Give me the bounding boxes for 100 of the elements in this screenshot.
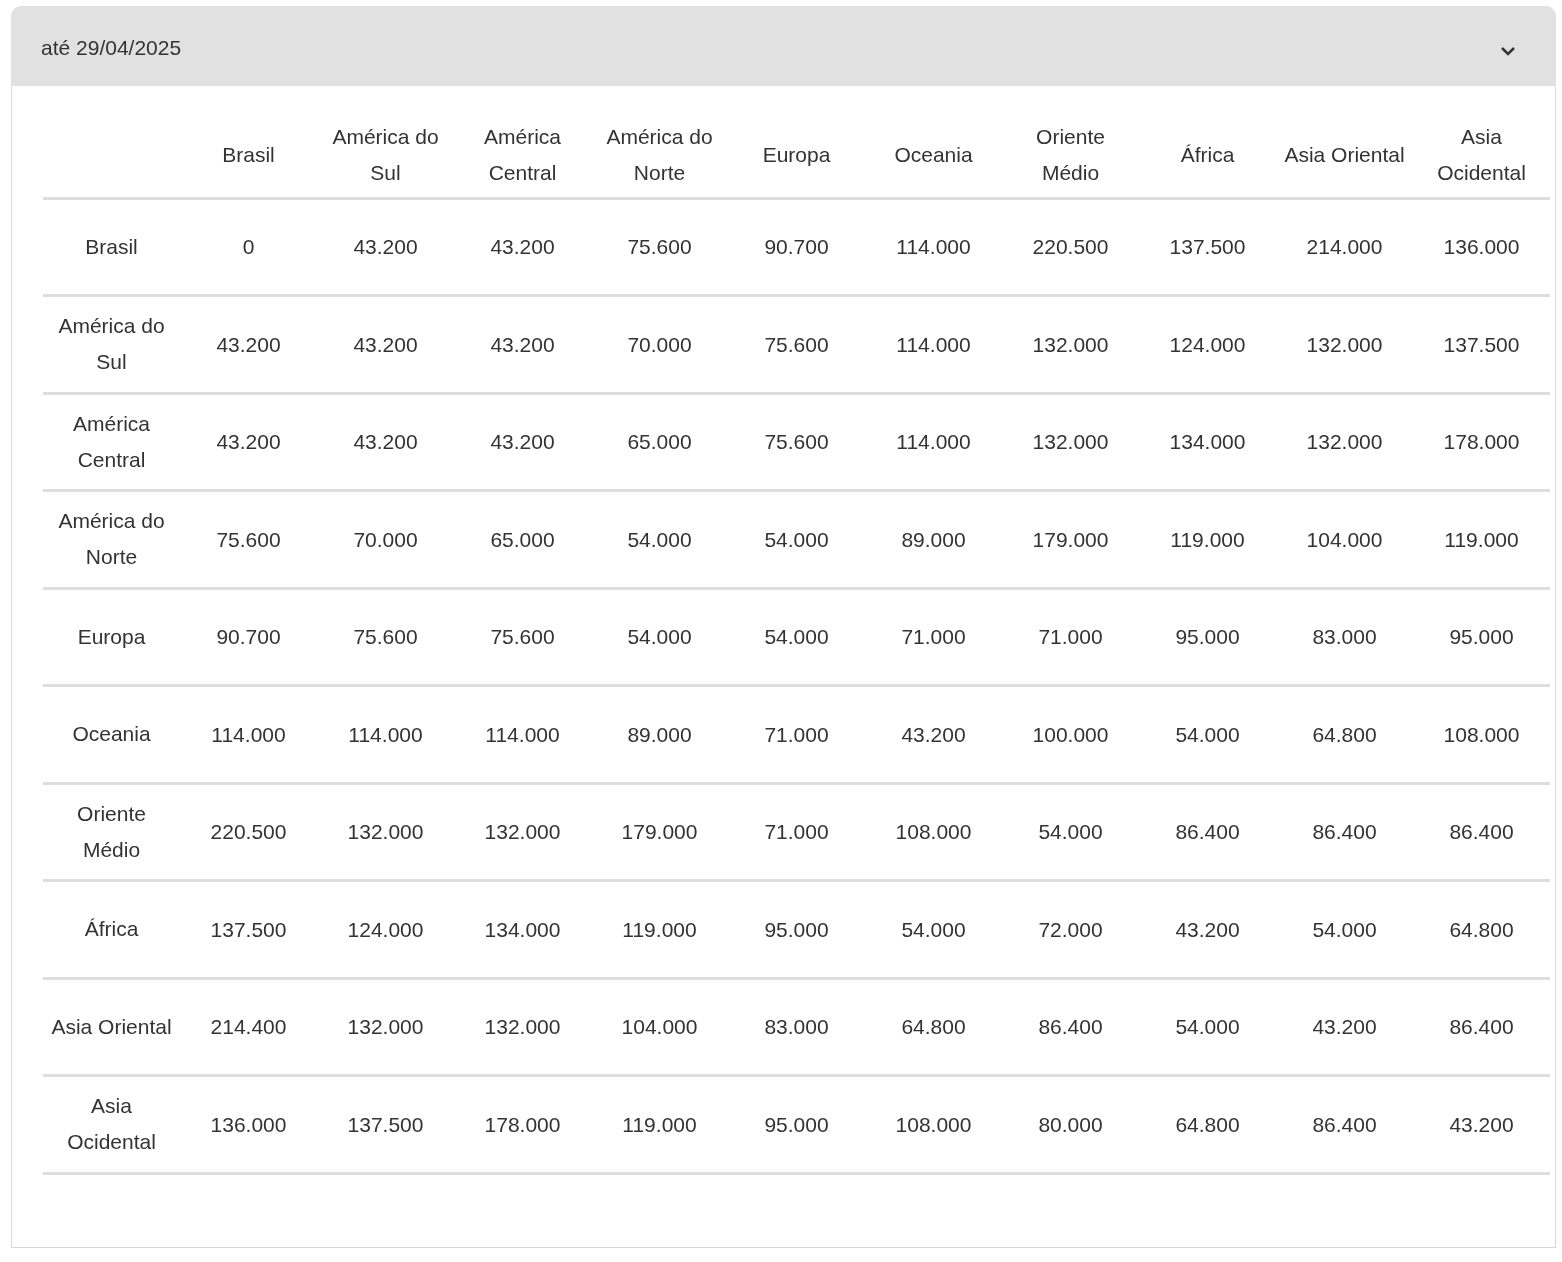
column-header: Europa [728, 114, 865, 198]
table-cell: 114.000 [865, 198, 1002, 296]
row-header: Brasil [43, 198, 180, 296]
table-cell: 95.000 [728, 1075, 865, 1173]
table-cell: 220.500 [180, 783, 317, 881]
table-cell: 43.200 [180, 393, 317, 491]
table-cell: 86.400 [1413, 978, 1550, 1076]
table-cell: 137.500 [1139, 198, 1276, 296]
table-cell: 54.000 [591, 588, 728, 686]
column-header: América Central [454, 114, 591, 198]
table-cell: 132.000 [1276, 295, 1413, 393]
row-header: Asia Ocidental [43, 1075, 180, 1173]
table-cell: 214.400 [180, 978, 317, 1076]
table-cell: 43.200 [865, 685, 1002, 783]
table-cell: 114.000 [865, 393, 1002, 491]
table-cell: 95.000 [1139, 588, 1276, 686]
table-cell: 43.200 [317, 198, 454, 296]
table-cell: 119.000 [1413, 490, 1550, 588]
column-header: Asia Oriental [1276, 114, 1413, 198]
table-cell: 70.000 [317, 490, 454, 588]
row-header: Oriente Médio [43, 783, 180, 881]
table-cell: 108.000 [1413, 685, 1550, 783]
table-cell: 86.400 [1276, 1075, 1413, 1173]
table-cell: 119.000 [591, 1075, 728, 1173]
table-cell: 43.200 [454, 295, 591, 393]
table-cell: 132.000 [454, 978, 591, 1076]
row-header: Europa [43, 588, 180, 686]
table-cell: 137.500 [1413, 295, 1550, 393]
table-cell: 0 [180, 198, 317, 296]
chevron-down-icon [1500, 46, 1516, 56]
accordion-header[interactable]: até 29/04/2025 [11, 6, 1556, 86]
table-cell: 65.000 [591, 393, 728, 491]
table-cell: 54.000 [591, 490, 728, 588]
column-header: Oriente Médio [1002, 114, 1139, 198]
table-cell: 54.000 [865, 880, 1002, 978]
table-cell: 137.500 [317, 1075, 454, 1173]
table-cell: 179.000 [591, 783, 728, 881]
table-cell: 100.000 [1002, 685, 1139, 783]
table-cell: 86.400 [1139, 783, 1276, 881]
column-header: América do Norte [591, 114, 728, 198]
table-cell: 134.000 [1139, 393, 1276, 491]
table-cell: 75.600 [317, 588, 454, 686]
table-cell: 136.000 [180, 1075, 317, 1173]
row-header: América Central [43, 393, 180, 491]
row-header: Oceania [43, 685, 180, 783]
table-cell: 75.600 [728, 393, 865, 491]
table-cell: 43.200 [1413, 1075, 1550, 1173]
table-cell: 90.700 [180, 588, 317, 686]
table-cell: 132.000 [1002, 393, 1139, 491]
table-cell: 89.000 [591, 685, 728, 783]
table-cell: 220.500 [1002, 198, 1139, 296]
table-cell: 86.400 [1276, 783, 1413, 881]
table-cell: 75.600 [180, 490, 317, 588]
table-cell: 119.000 [591, 880, 728, 978]
column-header: Asia Ocidental [1413, 114, 1550, 198]
table-cell: 54.000 [728, 588, 865, 686]
table-cell: 64.800 [865, 978, 1002, 1076]
table-cell: 132.000 [1276, 393, 1413, 491]
table-cell: 178.000 [454, 1075, 591, 1173]
table-cell: 43.200 [1139, 880, 1276, 978]
table-cell: 43.200 [454, 198, 591, 296]
table-cell: 54.000 [1276, 880, 1413, 978]
table-cell: 124.000 [317, 880, 454, 978]
row-header: Asia Oriental [43, 978, 180, 1076]
table-cell: 132.000 [1002, 295, 1139, 393]
table-cell: 54.000 [1002, 783, 1139, 881]
table-cell: 54.000 [1139, 978, 1276, 1076]
table-cell: 43.200 [1276, 978, 1413, 1076]
table-cell: 75.600 [591, 198, 728, 296]
table-cell: 54.000 [728, 490, 865, 588]
column-header: América do Sul [317, 114, 454, 198]
table-cell: 83.000 [1276, 588, 1413, 686]
table-cell: 86.400 [1413, 783, 1550, 881]
table-cell: 179.000 [1002, 490, 1139, 588]
column-header: Oceania [865, 114, 1002, 198]
table-cell: 214.000 [1276, 198, 1413, 296]
table-cell: 64.800 [1276, 685, 1413, 783]
table-cell: 124.000 [1139, 295, 1276, 393]
table-cell: 132.000 [317, 783, 454, 881]
table-cell: 136.000 [1413, 198, 1550, 296]
table-cell: 43.200 [454, 393, 591, 491]
table-cell: 134.000 [454, 880, 591, 978]
table-cell: 65.000 [454, 490, 591, 588]
table-cell: 70.000 [591, 295, 728, 393]
table-cell: 75.600 [454, 588, 591, 686]
table-cell: 104.000 [591, 978, 728, 1076]
table-cell: 132.000 [317, 978, 454, 1076]
table-cell: 95.000 [1413, 588, 1550, 686]
table-cell: 104.000 [1276, 490, 1413, 588]
table-cell: 114.000 [454, 685, 591, 783]
column-header: África [1139, 114, 1276, 198]
table-cell: 43.200 [317, 295, 454, 393]
table-cell: 119.000 [1139, 490, 1276, 588]
table-cell: 137.500 [180, 880, 317, 978]
table-cell: 114.000 [865, 295, 1002, 393]
table-cell: 114.000 [317, 685, 454, 783]
table-cell: 75.600 [728, 295, 865, 393]
table-cell: 90.700 [728, 198, 865, 296]
table-cell: 71.000 [865, 588, 1002, 686]
table-cell: 64.800 [1413, 880, 1550, 978]
